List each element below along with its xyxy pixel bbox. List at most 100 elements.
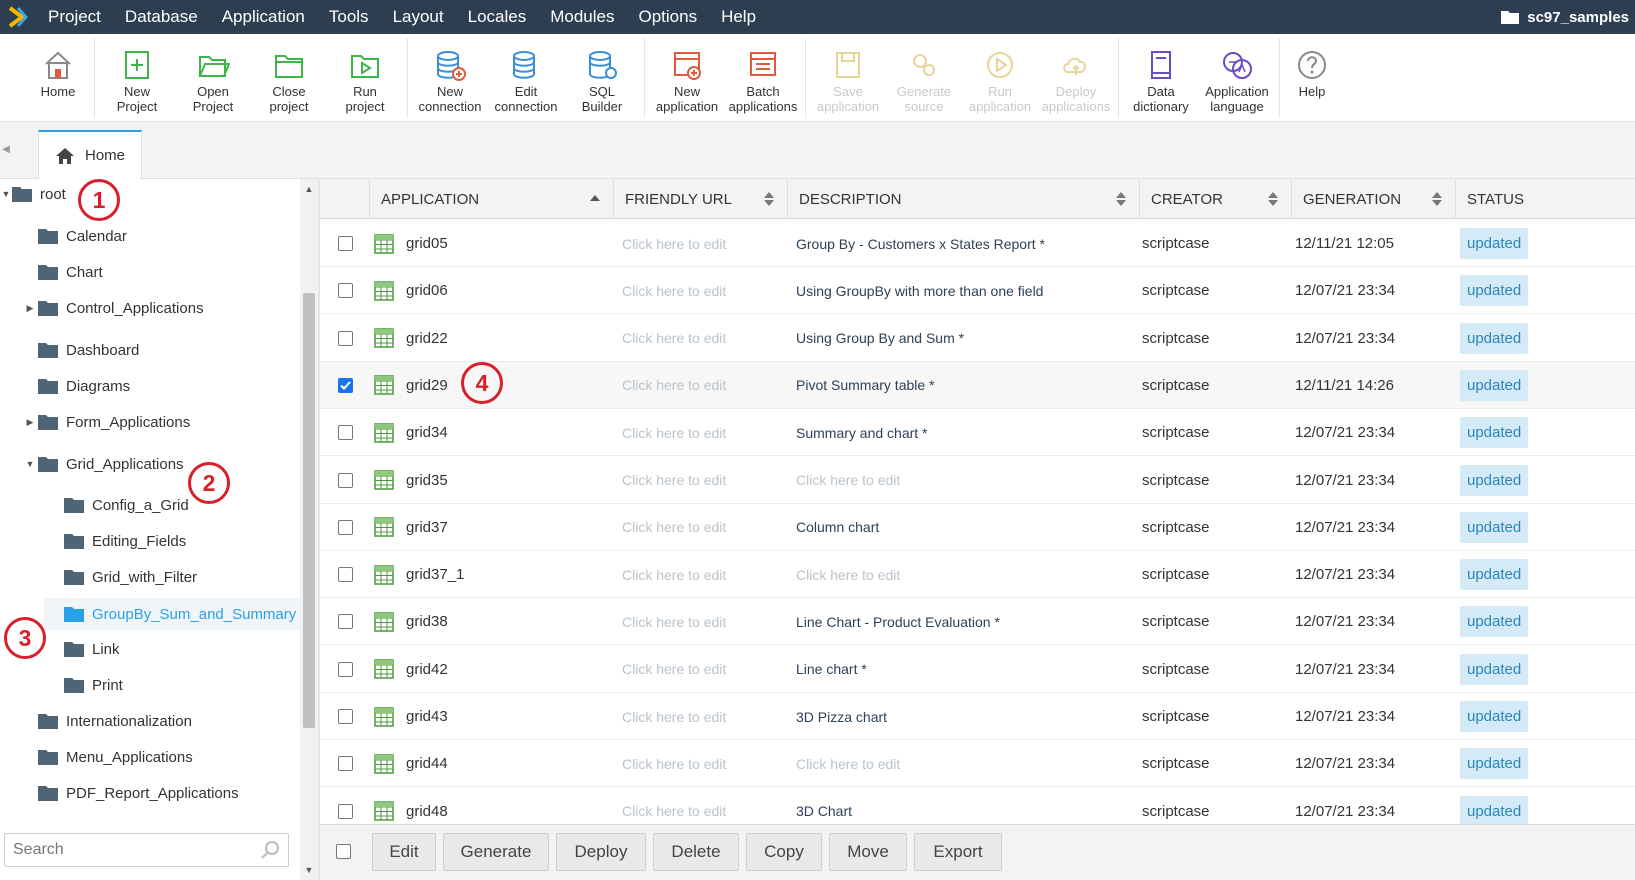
description-cell[interactable]: Pivot Summary table * xyxy=(796,362,935,409)
tree-item-chart[interactable]: Chart xyxy=(38,257,103,287)
description-cell[interactable]: Using GroupBy with more than one field xyxy=(796,267,1043,314)
table-row[interactable]: grid44 Click here to edit Click here to … xyxy=(320,740,1635,788)
tree-search-input[interactable] xyxy=(13,841,243,859)
edit-connection-button[interactable]: Edit connection xyxy=(488,38,564,118)
friendly-url-cell[interactable]: Click here to edit xyxy=(622,598,726,645)
friendly-url-cell[interactable]: Click here to edit xyxy=(622,409,726,456)
row-checkbox[interactable] xyxy=(338,756,353,772)
current-project[interactable]: sc97_samples xyxy=(1501,0,1635,34)
table-row[interactable]: grid37_1 Click here to edit Click here t… xyxy=(320,551,1635,599)
application-name[interactable]: grid38 xyxy=(406,598,448,645)
tree-item-groupby-sum-and-summary[interactable]: GroupBy_Sum_and_Summary xyxy=(44,598,300,630)
menu-modules[interactable]: Modules xyxy=(538,0,626,34)
sort-asc-icon[interactable] xyxy=(589,191,601,207)
friendly-url-cell[interactable]: Click here to edit xyxy=(622,362,726,409)
expanded-caret-icon[interactable]: ▼ xyxy=(0,189,12,199)
friendly-url-cell[interactable]: Click here to edit xyxy=(622,315,726,362)
friendly-url-cell[interactable]: Click here to edit xyxy=(622,504,726,551)
application-name[interactable]: grid29 xyxy=(406,362,448,409)
collapsed-caret-icon[interactable]: ▶ xyxy=(24,417,36,428)
table-row[interactable]: grid22 Click here to edit Using Group By… xyxy=(320,315,1635,362)
row-checkbox[interactable] xyxy=(338,330,353,346)
edit-button[interactable]: Edit xyxy=(372,833,436,871)
new-project-button[interactable]: New Project xyxy=(99,38,175,118)
friendly-url-cell[interactable]: Click here to edit xyxy=(622,740,726,787)
run-application-button[interactable]: Run application xyxy=(962,38,1038,118)
menu-tools[interactable]: Tools xyxy=(317,0,381,34)
tree-item-config-a-grid[interactable]: Config_a_Grid xyxy=(64,490,189,520)
scroll-down-icon[interactable]: ▼ xyxy=(300,862,318,878)
tree-item-grid-with-filter[interactable]: Grid_with_Filter xyxy=(64,562,197,592)
menu-help[interactable]: Help xyxy=(709,0,768,34)
application-name[interactable]: grid37_1 xyxy=(406,551,464,598)
menu-options[interactable]: Options xyxy=(626,0,709,34)
tree-item-internationalization[interactable]: Internationalization xyxy=(38,706,192,736)
application-name[interactable]: grid35 xyxy=(406,457,448,504)
description-cell[interactable]: Line chart * xyxy=(796,646,867,693)
export-button[interactable]: Export xyxy=(914,833,1002,871)
copy-button[interactable]: Copy xyxy=(746,833,822,871)
tree-item-pdf-report-applications[interactable]: PDF_Report_Applications xyxy=(38,778,239,808)
description-cell[interactable]: Group By - Customers x States Report * xyxy=(796,220,1045,267)
run-project-button[interactable]: Run project xyxy=(327,38,403,118)
table-row[interactable]: grid05 Click here to edit Group By - Cus… xyxy=(320,220,1635,267)
table-row[interactable]: grid06 Click here to edit Using GroupBy … xyxy=(320,267,1635,315)
menu-project[interactable]: Project xyxy=(36,0,113,34)
sort-icon[interactable] xyxy=(763,191,775,207)
tree-item-link[interactable]: Link xyxy=(64,634,120,664)
application-name[interactable]: grid44 xyxy=(406,740,448,787)
menu-layout[interactable]: Layout xyxy=(381,0,456,34)
tree-scrollbar-thumb[interactable] xyxy=(303,293,315,728)
row-checkbox[interactable] xyxy=(338,377,353,393)
tabs-scroll-left-icon[interactable]: ◀ xyxy=(0,138,12,160)
table-row[interactable]: grid38 Click here to edit Line Chart - P… xyxy=(320,598,1635,646)
row-checkbox[interactable] xyxy=(338,472,353,488)
description-cell[interactable]: 3D Pizza chart xyxy=(796,693,887,740)
tree-item-calendar[interactable]: Calendar xyxy=(38,221,127,251)
friendly-url-cell[interactable]: Click here to edit xyxy=(622,646,726,693)
expanded-caret-icon[interactable]: ▼ xyxy=(24,459,36,469)
table-row[interactable]: grid29 Click here to edit Pivot Summary … xyxy=(320,361,1635,409)
application-language-button[interactable]: Application language xyxy=(1199,38,1275,118)
menu-database[interactable]: Database xyxy=(113,0,210,34)
tab-home[interactable]: Home xyxy=(38,130,142,179)
tree-item-form-applications[interactable]: ▶ Form_Applications xyxy=(24,407,191,437)
tree-item-grid-applications[interactable]: ▼ Grid_Applications xyxy=(24,449,184,479)
application-name[interactable]: grid22 xyxy=(406,315,448,362)
application-name[interactable]: grid42 xyxy=(406,646,448,693)
open-project-button[interactable]: Open Project xyxy=(175,38,251,118)
tree-item-menu-applications[interactable]: Menu_Applications xyxy=(38,742,193,772)
description-cell[interactable]: Click here to edit xyxy=(796,740,900,787)
batch-applications-button[interactable]: Batch applications xyxy=(725,38,801,118)
move-button[interactable]: Move xyxy=(829,833,907,871)
deploy-applications-button[interactable]: Deploy applications xyxy=(1038,38,1114,118)
row-checkbox[interactable] xyxy=(338,236,353,251)
friendly-url-cell[interactable]: Click here to edit xyxy=(622,220,726,267)
deploy-button[interactable]: Deploy xyxy=(556,833,646,871)
home-button[interactable]: Home xyxy=(26,38,90,118)
column-header-description[interactable]: DESCRIPTION xyxy=(788,179,1140,219)
new-connection-button[interactable]: New connection xyxy=(412,38,488,118)
description-cell[interactable]: Summary and chart * xyxy=(796,409,928,456)
scriptcase-logo[interactable] xyxy=(0,0,36,34)
application-name[interactable]: grid37 xyxy=(406,504,448,551)
delete-button[interactable]: Delete xyxy=(653,833,739,871)
table-row[interactable]: grid35 Click here to edit Click here to … xyxy=(320,457,1635,504)
row-checkbox[interactable] xyxy=(338,614,353,630)
description-cell[interactable]: Using Group By and Sum * xyxy=(796,315,964,362)
row-checkbox[interactable] xyxy=(338,709,353,724)
description-cell[interactable]: 3D Chart xyxy=(796,788,852,824)
table-row[interactable]: grid37 Click here to edit Column chart s… xyxy=(320,504,1635,551)
close-project-button[interactable]: Close project xyxy=(251,38,327,118)
menu-locales[interactable]: Locales xyxy=(456,0,539,34)
data-dictionary-button[interactable]: Data dictionary xyxy=(1123,38,1199,118)
application-name[interactable]: grid43 xyxy=(406,693,448,740)
sql-builder-button[interactable]: SQL Builder xyxy=(564,38,640,118)
description-cell[interactable]: Column chart xyxy=(796,504,879,551)
select-all-checkbox[interactable] xyxy=(336,844,351,859)
sort-icon[interactable] xyxy=(1431,191,1443,207)
column-header-status[interactable]: STATUS xyxy=(1456,179,1635,219)
generate-source-button[interactable]: Generate source xyxy=(886,38,962,118)
tree-search[interactable] xyxy=(4,833,289,867)
search-icon[interactable] xyxy=(260,840,280,860)
